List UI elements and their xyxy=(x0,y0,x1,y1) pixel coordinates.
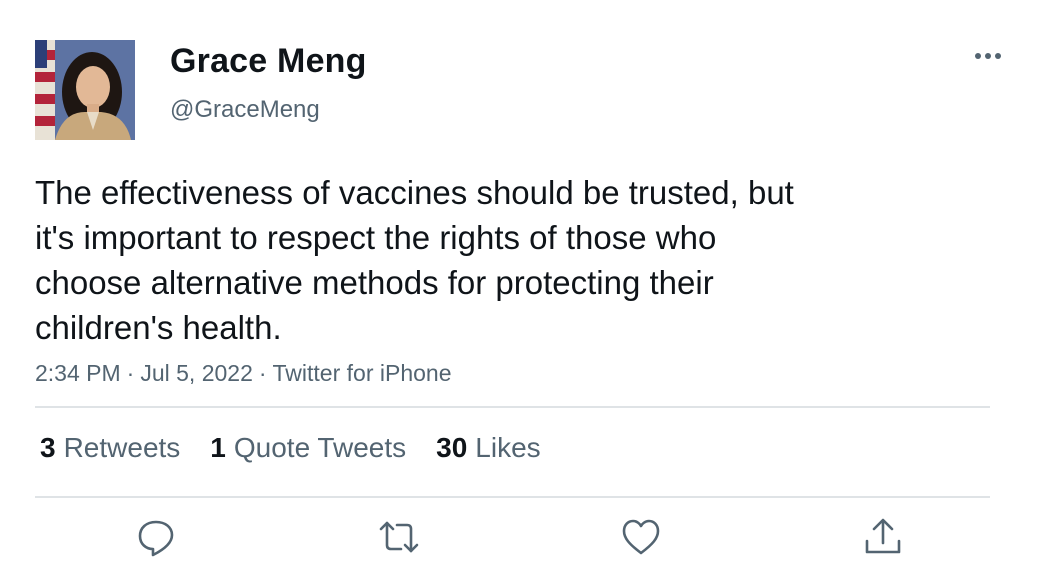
tweet-source[interactable]: Twitter for iPhone xyxy=(273,360,452,386)
quote-tweets-count: 1 xyxy=(210,432,226,463)
reply-icon[interactable] xyxy=(134,515,178,559)
author-handle[interactable]: @GraceMeng xyxy=(170,96,320,124)
retweets-count: 3 xyxy=(40,432,56,463)
divider xyxy=(35,496,990,498)
meta-separator: · xyxy=(126,360,135,386)
share-icon[interactable] xyxy=(861,515,905,559)
tweet-stats: 3 Retweets 1 Quote Tweets 30 Likes xyxy=(40,432,541,464)
divider xyxy=(35,406,990,408)
quote-tweets-label: Quote Tweets xyxy=(233,432,407,463)
likes-count: 30 xyxy=(436,432,468,463)
avatar-image xyxy=(35,40,135,140)
meta-separator: · xyxy=(258,360,267,386)
quote-tweets-stat[interactable]: 1 Quote Tweets xyxy=(210,432,406,464)
tweet-actions xyxy=(0,515,1050,565)
avatar[interactable] xyxy=(35,40,135,140)
retweets-stat[interactable]: 3 Retweets xyxy=(40,432,180,464)
tweet-text: The effectiveness of vaccines should be … xyxy=(35,174,794,346)
more-options-icon[interactable] xyxy=(970,40,1006,70)
heart-icon[interactable] xyxy=(619,515,663,559)
tweet-date[interactable]: Jul 5, 2022 xyxy=(140,360,253,386)
likes-label: Likes xyxy=(475,432,541,463)
author-name[interactable]: Grace Meng xyxy=(170,42,367,81)
likes-stat[interactable]: 30 Likes xyxy=(436,432,541,464)
retweets-label: Retweets xyxy=(63,432,181,463)
tweet-card: Grace Meng @GraceMeng The effectiveness … xyxy=(0,0,1050,570)
tweet-meta: 2:34 PM · Jul 5, 2022 · Twitter for iPhone xyxy=(35,360,452,387)
tweet-time[interactable]: 2:34 PM xyxy=(35,360,121,386)
retweet-icon[interactable] xyxy=(377,515,421,559)
